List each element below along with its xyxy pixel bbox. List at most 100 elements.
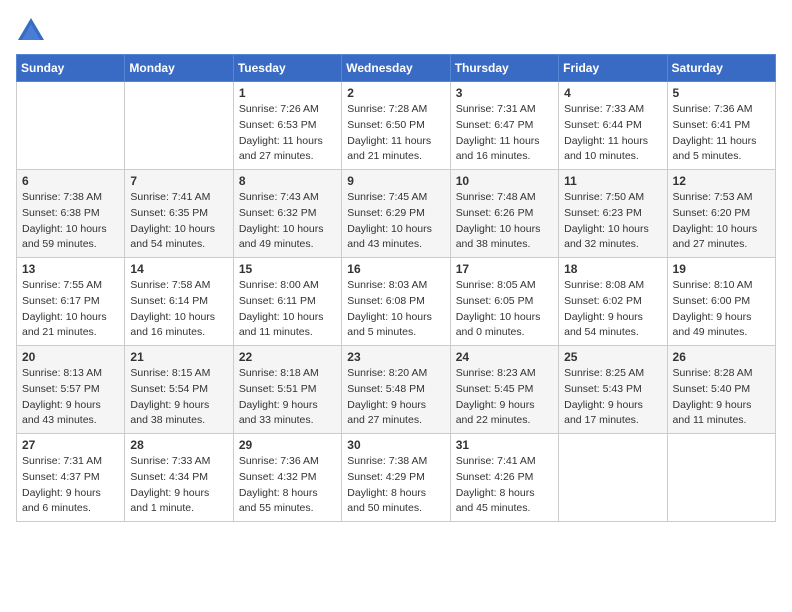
- day-number: 20: [22, 350, 119, 364]
- day-info: Sunrise: 7:33 AM Sunset: 4:34 PM Dayligh…: [130, 454, 227, 517]
- day-number: 26: [673, 350, 770, 364]
- day-info: Sunrise: 8:08 AM Sunset: 6:02 PM Dayligh…: [564, 278, 661, 341]
- calendar-header-cell: Sunday: [17, 55, 125, 82]
- calendar-week-row: 6 Sunrise: 7:38 AM Sunset: 6:38 PM Daylig…: [17, 170, 776, 258]
- day-info: Sunrise: 7:38 AM Sunset: 6:38 PM Dayligh…: [22, 190, 119, 253]
- day-info: Sunrise: 8:20 AM Sunset: 5:48 PM Dayligh…: [347, 366, 444, 429]
- calendar-header-cell: Friday: [559, 55, 667, 82]
- day-info: Sunrise: 7:31 AM Sunset: 4:37 PM Dayligh…: [22, 454, 119, 517]
- day-info: Sunrise: 8:23 AM Sunset: 5:45 PM Dayligh…: [456, 366, 553, 429]
- calendar-cell: 11Sunrise: 7:50 AM Sunset: 6:23 PM Dayli…: [559, 170, 667, 258]
- day-number: 8: [239, 174, 336, 188]
- calendar-cell: 29 Sunrise: 7:36 AM Sunset: 4:32 PM Dayli…: [233, 434, 341, 522]
- day-number: 9: [347, 174, 444, 188]
- calendar-cell: 15 Sunrise: 8:00 AM Sunset: 6:11 PM Dayli…: [233, 258, 341, 346]
- calendar-table: SundayMondayTuesdayWednesdayThursdayFrid…: [16, 54, 776, 522]
- calendar-cell: 6 Sunrise: 7:38 AM Sunset: 6:38 PM Daylig…: [17, 170, 125, 258]
- day-number: 29: [239, 438, 336, 452]
- day-number: 4: [564, 86, 661, 100]
- calendar-body: 1 Sunrise: 7:26 AM Sunset: 6:53 PM Daylig…: [17, 82, 776, 522]
- calendar-cell: 10 Sunrise: 7:48 AM Sunset: 6:26 PM Dayli…: [450, 170, 558, 258]
- calendar-cell: 30Sunrise: 7:38 AM Sunset: 4:29 PM Dayli…: [342, 434, 450, 522]
- day-number: 7: [130, 174, 227, 188]
- day-number: 10: [456, 174, 553, 188]
- day-info: Sunrise: 7:45 AM Sunset: 6:29 PM Dayligh…: [347, 190, 444, 253]
- calendar-cell: 24 Sunrise: 8:23 AM Sunset: 5:45 PM Dayli…: [450, 346, 558, 434]
- calendar-cell: 12 Sunrise: 7:53 AM Sunset: 6:20 PM Dayli…: [667, 170, 775, 258]
- day-number: 6: [22, 174, 119, 188]
- calendar-cell: 21 Sunrise: 8:15 AM Sunset: 5:54 PM Dayli…: [125, 346, 233, 434]
- day-info: Sunrise: 7:48 AM Sunset: 6:26 PM Dayligh…: [456, 190, 553, 253]
- calendar-week-row: 20 Sunrise: 8:13 AM Sunset: 5:57 PM Dayli…: [17, 346, 776, 434]
- calendar-header-cell: Monday: [125, 55, 233, 82]
- day-number: 15: [239, 262, 336, 276]
- day-info: Sunrise: 7:36 AM Sunset: 4:32 PM Dayligh…: [239, 454, 336, 517]
- day-info: Sunrise: 7:53 AM Sunset: 6:20 PM Dayligh…: [673, 190, 770, 253]
- day-info: Sunrise: 7:36 AM Sunset: 6:41 PM Dayligh…: [673, 102, 770, 165]
- calendar-header-cell: Wednesday: [342, 55, 450, 82]
- calendar-cell: 27 Sunrise: 7:31 AM Sunset: 4:37 PM Dayli…: [17, 434, 125, 522]
- day-number: 12: [673, 174, 770, 188]
- day-info: Sunrise: 7:28 AM Sunset: 6:50 PM Dayligh…: [347, 102, 444, 165]
- day-info: Sunrise: 8:00 AM Sunset: 6:11 PM Dayligh…: [239, 278, 336, 341]
- calendar-cell: 18Sunrise: 8:08 AM Sunset: 6:02 PM Dayli…: [559, 258, 667, 346]
- day-info: Sunrise: 7:31 AM Sunset: 6:47 PM Dayligh…: [456, 102, 553, 165]
- day-info: Sunrise: 7:41 AM Sunset: 6:35 PM Dayligh…: [130, 190, 227, 253]
- day-info: Sunrise: 7:43 AM Sunset: 6:32 PM Dayligh…: [239, 190, 336, 253]
- day-info: Sunrise: 8:03 AM Sunset: 6:08 PM Dayligh…: [347, 278, 444, 341]
- day-number: 14: [130, 262, 227, 276]
- calendar-cell: 25Sunrise: 8:25 AM Sunset: 5:43 PM Dayli…: [559, 346, 667, 434]
- day-number: 1: [239, 86, 336, 100]
- page-header: [16, 16, 776, 44]
- calendar-cell: 28 Sunrise: 7:33 AM Sunset: 4:34 PM Dayli…: [125, 434, 233, 522]
- calendar-cell: 16Sunrise: 8:03 AM Sunset: 6:08 PM Dayli…: [342, 258, 450, 346]
- day-info: Sunrise: 7:33 AM Sunset: 6:44 PM Dayligh…: [564, 102, 661, 165]
- day-info: Sunrise: 7:58 AM Sunset: 6:14 PM Dayligh…: [130, 278, 227, 341]
- day-info: Sunrise: 8:28 AM Sunset: 5:40 PM Dayligh…: [673, 366, 770, 429]
- calendar-cell: 19Sunrise: 8:10 AM Sunset: 6:00 PM Dayli…: [667, 258, 775, 346]
- day-number: 3: [456, 86, 553, 100]
- day-info: Sunrise: 8:15 AM Sunset: 5:54 PM Dayligh…: [130, 366, 227, 429]
- day-info: Sunrise: 7:50 AM Sunset: 6:23 PM Dayligh…: [564, 190, 661, 253]
- day-number: 27: [22, 438, 119, 452]
- calendar-cell: [559, 434, 667, 522]
- calendar-cell: 3 Sunrise: 7:31 AM Sunset: 6:47 PM Daylig…: [450, 82, 558, 170]
- day-number: 31: [456, 438, 553, 452]
- logo: [16, 16, 48, 44]
- calendar-cell: 9 Sunrise: 7:45 AM Sunset: 6:29 PM Daylig…: [342, 170, 450, 258]
- calendar-cell: 13Sunrise: 7:55 AM Sunset: 6:17 PM Dayli…: [17, 258, 125, 346]
- day-number: 17: [456, 262, 553, 276]
- day-number: 2: [347, 86, 444, 100]
- calendar-cell: 4 Sunrise: 7:33 AM Sunset: 6:44 PM Daylig…: [559, 82, 667, 170]
- day-info: Sunrise: 7:38 AM Sunset: 4:29 PM Dayligh…: [347, 454, 444, 517]
- calendar-week-row: 27 Sunrise: 7:31 AM Sunset: 4:37 PM Dayli…: [17, 434, 776, 522]
- day-info: Sunrise: 8:13 AM Sunset: 5:57 PM Dayligh…: [22, 366, 119, 429]
- calendar-cell: 23 Sunrise: 8:20 AM Sunset: 5:48 PM Dayli…: [342, 346, 450, 434]
- day-number: 28: [130, 438, 227, 452]
- day-info: Sunrise: 8:18 AM Sunset: 5:51 PM Dayligh…: [239, 366, 336, 429]
- calendar-header-cell: Tuesday: [233, 55, 341, 82]
- calendar-cell: [17, 82, 125, 170]
- calendar-cell: 5Sunrise: 7:36 AM Sunset: 6:41 PM Daylig…: [667, 82, 775, 170]
- day-info: Sunrise: 7:26 AM Sunset: 6:53 PM Dayligh…: [239, 102, 336, 165]
- day-info: Sunrise: 7:55 AM Sunset: 6:17 PM Dayligh…: [22, 278, 119, 341]
- calendar-week-row: 13Sunrise: 7:55 AM Sunset: 6:17 PM Dayli…: [17, 258, 776, 346]
- calendar-cell: 14 Sunrise: 7:58 AM Sunset: 6:14 PM Dayli…: [125, 258, 233, 346]
- logo-icon: [16, 16, 46, 44]
- day-number: 23: [347, 350, 444, 364]
- day-number: 24: [456, 350, 553, 364]
- day-number: 21: [130, 350, 227, 364]
- calendar-cell: 7 Sunrise: 7:41 AM Sunset: 6:35 PM Daylig…: [125, 170, 233, 258]
- calendar-cell: 22Sunrise: 8:18 AM Sunset: 5:51 PM Dayli…: [233, 346, 341, 434]
- calendar-cell: 26 Sunrise: 8:28 AM Sunset: 5:40 PM Dayli…: [667, 346, 775, 434]
- calendar-cell: [125, 82, 233, 170]
- calendar-cell: 2 Sunrise: 7:28 AM Sunset: 6:50 PM Daylig…: [342, 82, 450, 170]
- calendar-cell: 31 Sunrise: 7:41 AM Sunset: 4:26 PM Dayli…: [450, 434, 558, 522]
- calendar-week-row: 1 Sunrise: 7:26 AM Sunset: 6:53 PM Daylig…: [17, 82, 776, 170]
- day-info: Sunrise: 8:25 AM Sunset: 5:43 PM Dayligh…: [564, 366, 661, 429]
- day-info: Sunrise: 7:41 AM Sunset: 4:26 PM Dayligh…: [456, 454, 553, 517]
- day-info: Sunrise: 8:10 AM Sunset: 6:00 PM Dayligh…: [673, 278, 770, 341]
- calendar-cell: 1 Sunrise: 7:26 AM Sunset: 6:53 PM Daylig…: [233, 82, 341, 170]
- day-info: Sunrise: 8:05 AM Sunset: 6:05 PM Dayligh…: [456, 278, 553, 341]
- calendar-cell: [667, 434, 775, 522]
